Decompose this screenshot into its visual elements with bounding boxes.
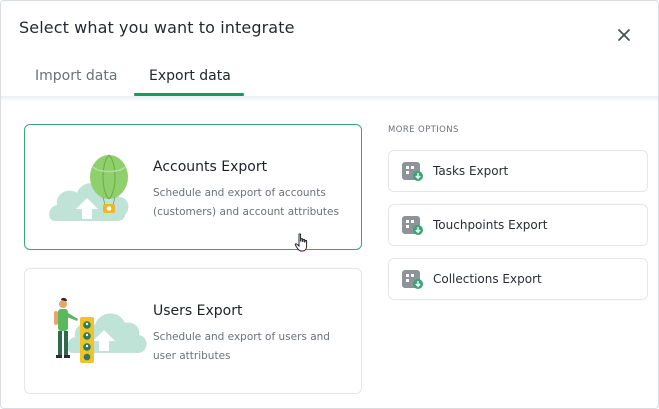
dialog-title: Select what you want to integrate [19,18,295,37]
close-icon [618,29,630,41]
users-export-card[interactable]: Users Export Schedule and export of user… [24,268,362,394]
export-grid-icon [401,161,425,183]
export-grid-icon [401,269,425,291]
close-button[interactable] [611,22,637,48]
accounts-export-card[interactable]: Accounts Export Schedule and export of a… [24,124,362,250]
balloon-cloud-illustration [47,147,157,229]
collections-export-option[interactable]: Collections Export [388,258,648,300]
option-label: Tasks Export [433,164,509,178]
export-grid-icon [401,215,425,237]
integration-dialog: Select what you want to integrate Import… [0,0,659,409]
card-description: Schedule and export of accounts (custome… [153,187,339,218]
more-options-heading: MORE OPTIONS [388,125,459,135]
tab-import-data[interactable]: Import data [35,68,117,84]
export-options-panel: Accounts Export Schedule and export of a… [1,102,658,408]
option-label: Collections Export [433,272,542,286]
card-title: Users Export [153,303,243,319]
touchpoints-export-option[interactable]: Touchpoints Export [388,204,648,246]
card-title: Accounts Export [153,159,268,175]
tasks-export-option[interactable]: Tasks Export [388,150,648,192]
person-cloud-illustration [47,291,157,373]
option-label: Touchpoints Export [433,218,548,232]
tab-bar: Import data Export data [1,59,658,97]
card-description: Schedule and export of users and user at… [153,331,330,362]
tab-export-data[interactable]: Export data [149,68,231,84]
